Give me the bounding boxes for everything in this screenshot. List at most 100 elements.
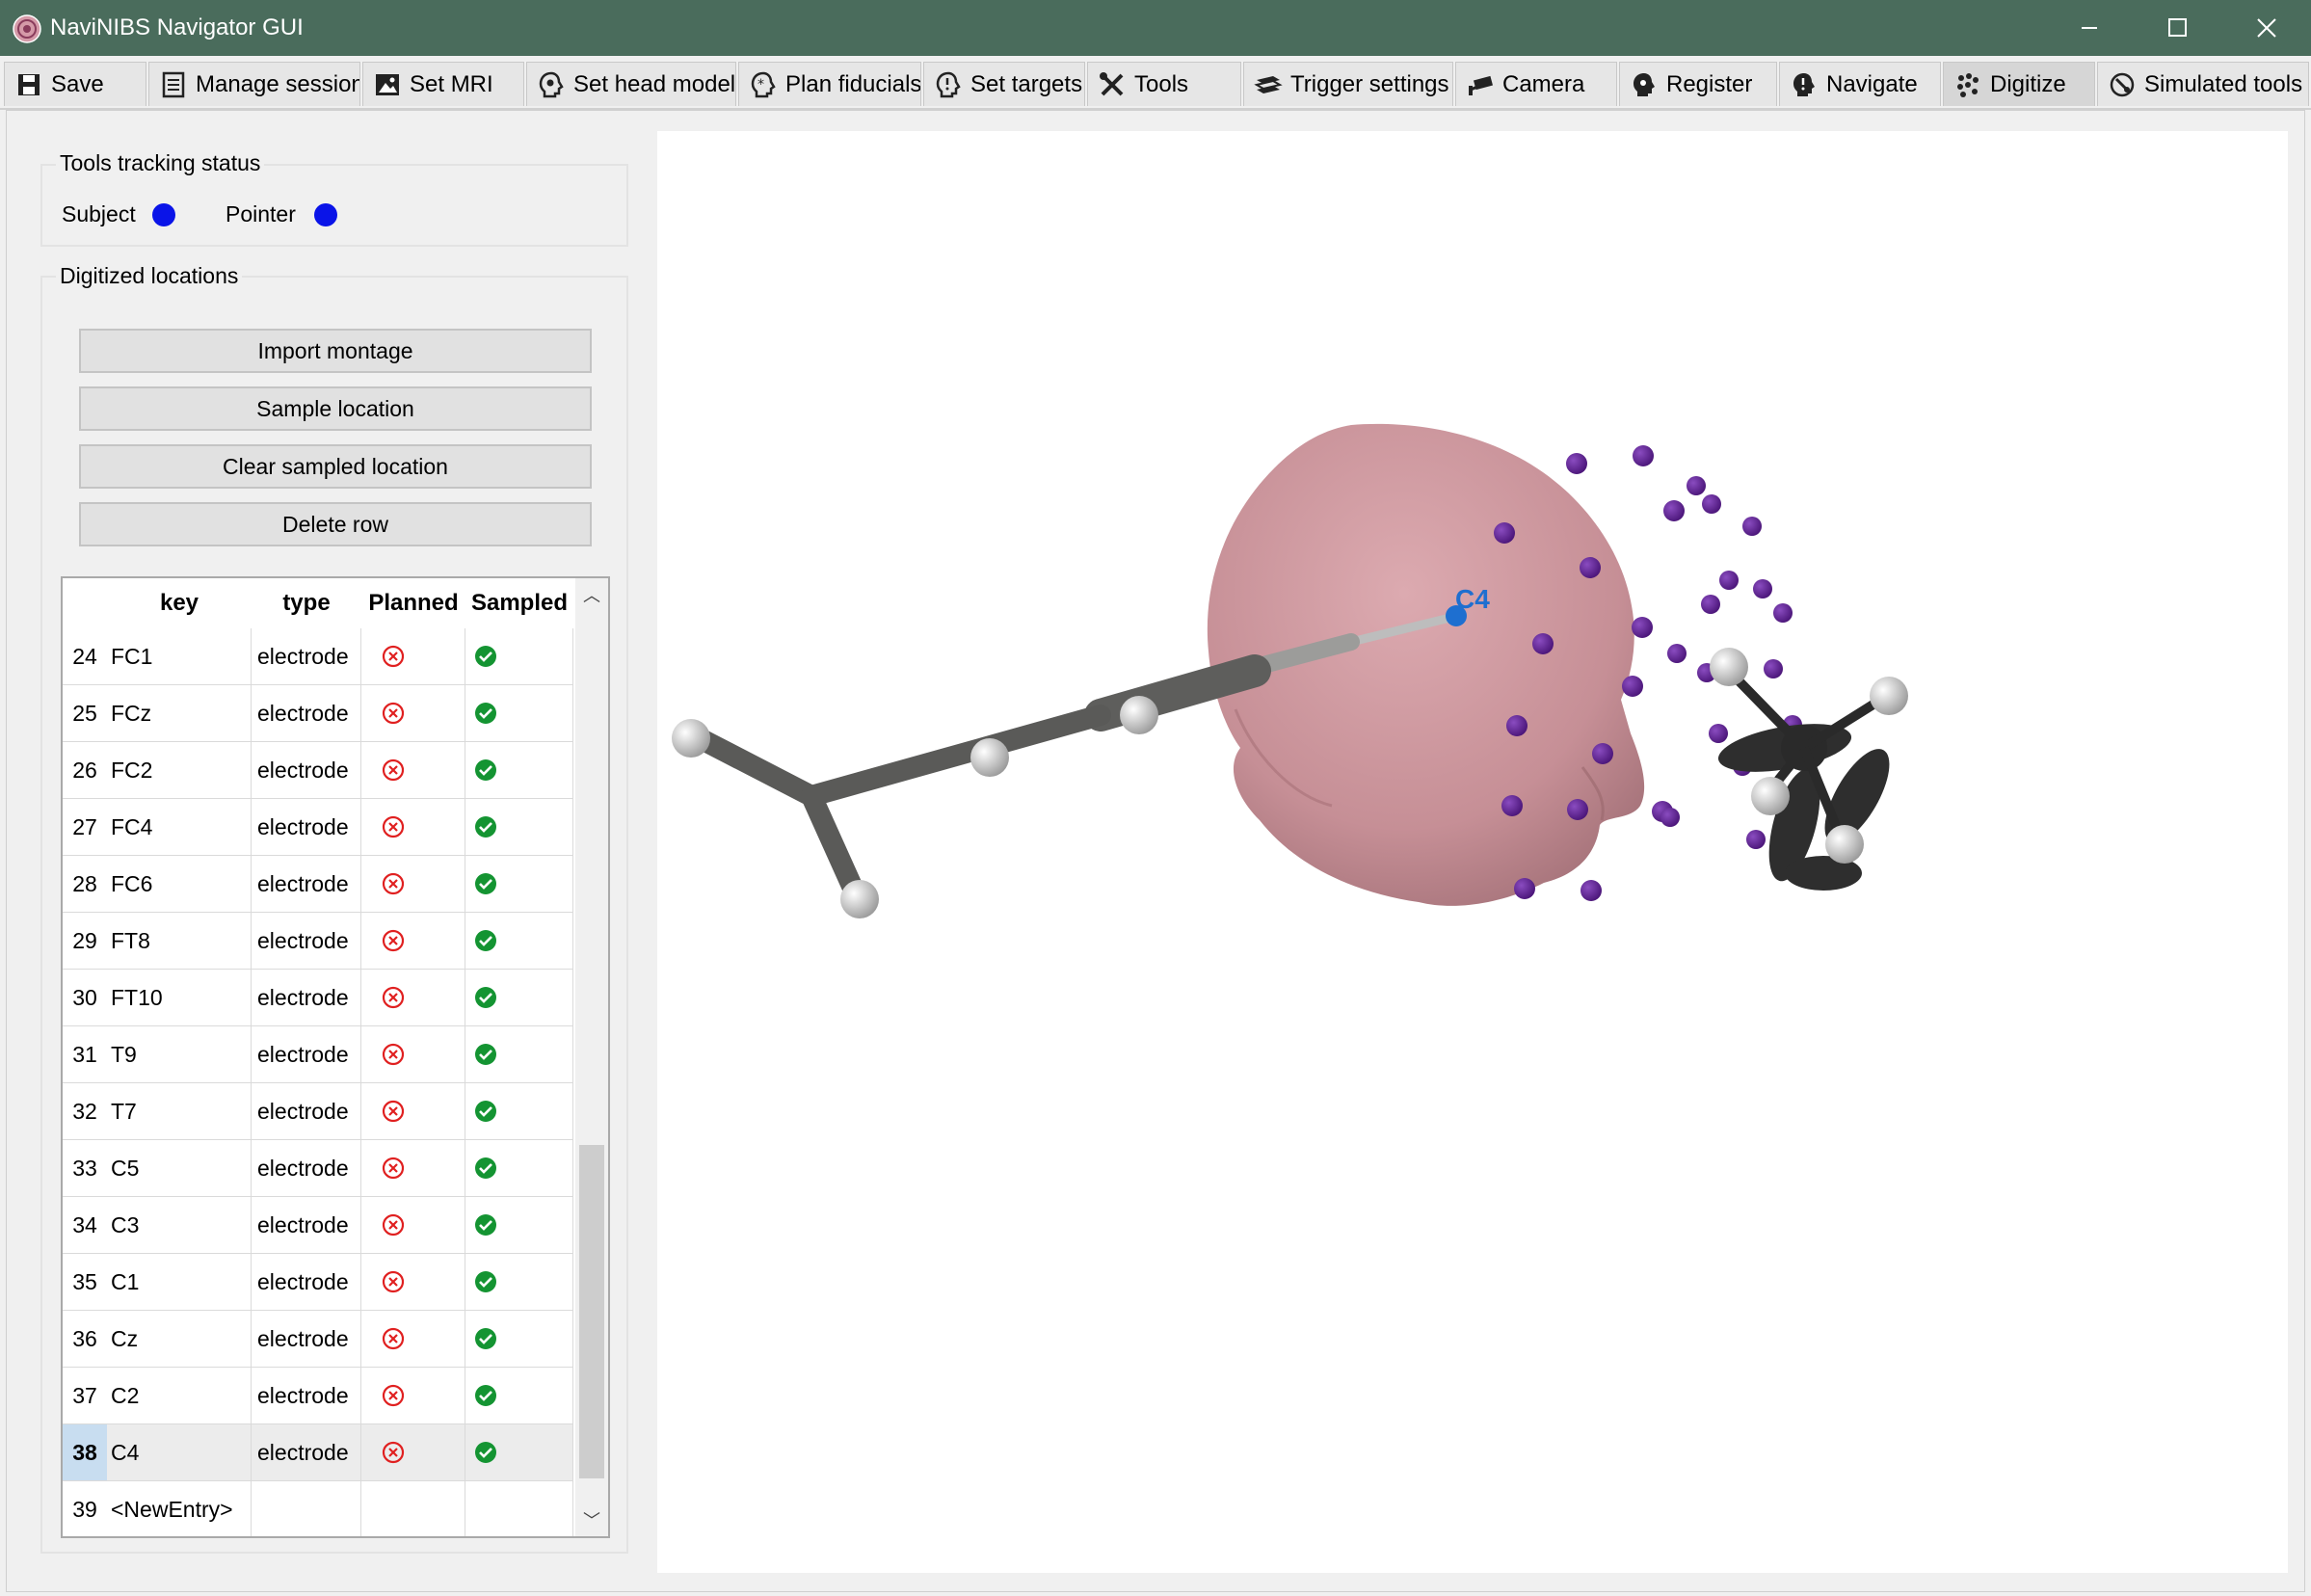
planned-cell[interactable] [361, 1197, 465, 1254]
planned-cell[interactable] [361, 1083, 465, 1140]
sampled-cell[interactable] [465, 1424, 573, 1481]
table-row[interactable]: 31 T9 electrode [63, 1026, 573, 1084]
tab-set-targets[interactable]: Set targets [923, 62, 1085, 106]
scroll-down-icon[interactable]: ﹀ [575, 1503, 608, 1536]
tab-register[interactable]: Register [1619, 62, 1777, 106]
table-row[interactable]: 33 C5 electrode [63, 1140, 573, 1198]
type-cell[interactable]: electrode [252, 742, 361, 799]
table-scrollbar[interactable]: ︿ ﹀ [575, 578, 608, 1536]
key-cell[interactable]: FT10 [107, 970, 252, 1026]
delete-row-button[interactable]: Delete row [79, 502, 592, 546]
table-row[interactable]: 30 FT10 electrode [63, 970, 573, 1027]
import-montage-button[interactable]: Import montage [79, 329, 592, 373]
sampled-cell[interactable] [465, 685, 573, 742]
type-cell[interactable]: electrode [252, 1083, 361, 1140]
table-row[interactable]: 35 C1 electrode [63, 1254, 573, 1312]
table-row[interactable]: 32 T7 electrode [63, 1083, 573, 1141]
table-row[interactable]: 29 FT8 electrode [63, 913, 573, 971]
table-row[interactable]: 36 Cz electrode [63, 1311, 573, 1369]
row-number[interactable]: 31 [63, 1026, 107, 1083]
sampled-cell[interactable] [465, 913, 573, 970]
type-cell[interactable]: electrode [252, 1197, 361, 1254]
key-cell[interactable]: T7 [107, 1083, 252, 1140]
tab-digitize[interactable]: Digitize [1943, 62, 2095, 106]
tab-camera[interactable]: Camera [1455, 62, 1617, 106]
tab-save[interactable]: Save [4, 62, 146, 106]
sampled-cell[interactable] [465, 1311, 573, 1368]
key-cell[interactable]: FC6 [107, 856, 252, 913]
table-row[interactable]: 38 C4 electrode [63, 1424, 573, 1482]
table-row[interactable]: 28 FC6 electrode [63, 856, 573, 914]
type-cell[interactable]: electrode [252, 628, 361, 685]
type-cell[interactable] [252, 1481, 361, 1536]
planned-cell[interactable] [361, 685, 465, 742]
key-cell[interactable]: T9 [107, 1026, 252, 1083]
type-cell[interactable]: electrode [252, 1140, 361, 1197]
sampled-cell[interactable] [465, 742, 573, 799]
planned-cell[interactable] [361, 1481, 465, 1536]
tab-plan-fiducials[interactable]: * Plan fiducials [738, 62, 921, 106]
row-number[interactable]: 34 [63, 1197, 107, 1254]
type-cell[interactable]: electrode [252, 1311, 361, 1368]
key-cell[interactable]: FC4 [107, 799, 252, 856]
type-cell[interactable]: electrode [252, 1368, 361, 1424]
clear-sampled-location-button[interactable]: Clear sampled location [79, 444, 592, 489]
sampled-cell[interactable] [465, 1254, 573, 1311]
sampled-cell[interactable] [465, 799, 573, 856]
planned-cell[interactable] [361, 742, 465, 799]
key-cell[interactable]: FT8 [107, 913, 252, 970]
row-number[interactable]: 27 [63, 799, 107, 856]
planned-cell[interactable] [361, 628, 465, 685]
tab-manage-session[interactable]: Manage session [148, 62, 360, 106]
table-row[interactable]: 26 FC2 electrode [63, 742, 573, 800]
3d-viewport[interactable]: C4 [657, 131, 2288, 1573]
type-cell[interactable]: electrode [252, 970, 361, 1026]
key-cell[interactable]: C2 [107, 1368, 252, 1424]
type-cell[interactable]: electrode [252, 856, 361, 913]
tab-trigger-settings[interactable]: Trigger settings [1243, 62, 1453, 106]
key-cell[interactable]: FC2 [107, 742, 252, 799]
key-cell[interactable]: C3 [107, 1197, 252, 1254]
type-cell[interactable]: electrode [252, 1026, 361, 1083]
tab-simulated-tools[interactable]: Simulated tools [2097, 62, 2309, 106]
header-sampled[interactable]: Sampled [465, 578, 573, 628]
row-number[interactable]: 35 [63, 1254, 107, 1311]
table-row[interactable]: 27 FC4 electrode [63, 799, 573, 857]
scroll-thumb[interactable] [579, 1145, 604, 1478]
row-number[interactable]: 29 [63, 913, 107, 970]
digitized-locations-table[interactable]: key type Planned Sampled 24 FC1 electrode 2… [61, 576, 610, 1538]
row-number[interactable]: 33 [63, 1140, 107, 1197]
key-cell[interactable]: FC1 [107, 628, 252, 685]
planned-cell[interactable] [361, 1140, 465, 1197]
table-row[interactable]: 24 FC1 electrode [63, 628, 573, 686]
row-number[interactable]: 36 [63, 1311, 107, 1368]
row-number[interactable]: 24 [63, 628, 107, 685]
sampled-cell[interactable] [465, 1368, 573, 1424]
type-cell[interactable]: electrode [252, 1424, 361, 1481]
row-number[interactable]: 38 [63, 1424, 107, 1481]
sampled-cell[interactable] [465, 1140, 573, 1197]
planned-cell[interactable] [361, 1026, 465, 1083]
type-cell[interactable]: electrode [252, 685, 361, 742]
key-cell[interactable]: C5 [107, 1140, 252, 1197]
scroll-up-icon[interactable]: ︿ [575, 578, 608, 611]
key-cell[interactable]: C4 [107, 1424, 252, 1481]
row-number[interactable]: 37 [63, 1368, 107, 1424]
key-cell[interactable]: Cz [107, 1311, 252, 1368]
sampled-cell[interactable] [465, 628, 573, 685]
header-type[interactable]: type [252, 578, 361, 628]
row-number[interactable]: 39 [63, 1481, 107, 1536]
planned-cell[interactable] [361, 856, 465, 913]
tab-set-mri[interactable]: Set MRI [362, 62, 524, 106]
sampled-cell[interactable] [465, 1481, 573, 1536]
planned-cell[interactable] [361, 970, 465, 1026]
tab-tools[interactable]: Tools [1087, 62, 1241, 106]
table-row[interactable]: 25 FCz electrode [63, 685, 573, 743]
sampled-cell[interactable] [465, 1197, 573, 1254]
sampled-cell[interactable] [465, 856, 573, 913]
type-cell[interactable]: electrode [252, 913, 361, 970]
planned-cell[interactable] [361, 913, 465, 970]
sample-location-button[interactable]: Sample location [79, 386, 592, 431]
planned-cell[interactable] [361, 1368, 465, 1424]
type-cell[interactable]: electrode [252, 1254, 361, 1311]
